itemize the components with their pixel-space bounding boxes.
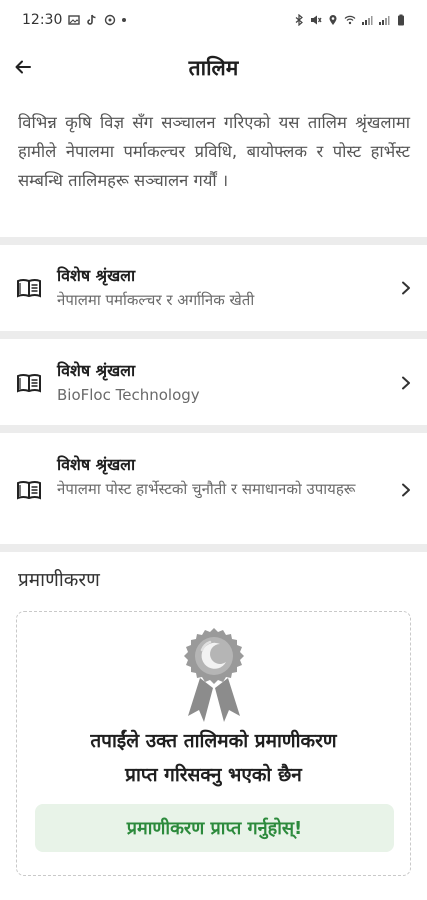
app-bar: तालिम (0, 48, 427, 90)
series-text: विशेष श्रृंखला BioFloc Technology (57, 359, 387, 407)
series-subtitle: नेपालमा पोस्ट हार्भेस्टको चुनौती र समाधा… (57, 480, 356, 498)
status-left: 12:30 (22, 12, 127, 28)
status-time: 12:30 (22, 12, 63, 28)
divider (0, 544, 427, 552)
battery-icon (398, 14, 404, 26)
bluetooth-icon (295, 14, 303, 26)
gallery-icon (68, 15, 81, 25)
sync-icon (105, 14, 116, 26)
notification-dot-icon (122, 18, 127, 22)
chevron-right-icon (402, 376, 410, 390)
status-bar: 12:30 (0, 0, 427, 40)
certification-card: तपाईंले उक्त तालिमको प्रमाणीकरण प्राप्त … (16, 611, 411, 876)
wifi-icon (344, 15, 356, 25)
chevron-right-icon (402, 281, 410, 295)
status-right (293, 14, 407, 26)
chevron-right-icon (402, 483, 410, 497)
award-medal-icon (184, 628, 244, 722)
get-certification-button[interactable]: प्रमाणीकरण प्राप्त गर्नुहोस्! (35, 804, 394, 852)
page-title: तालिम (188, 56, 239, 80)
series-text: विशेष श्रृंखला नेपालमा पोस्ट हार्भेस्टको… (57, 453, 387, 501)
series-title: विशेष श्रृंखला (57, 266, 136, 285)
series-subtitle: नेपालमा पर्माकल्चर र अर्गानिक खेती (57, 291, 255, 309)
open-book-icon (17, 374, 41, 393)
open-book-icon (17, 279, 41, 298)
series-title: विशेष श्रृंखला (57, 361, 136, 380)
series-item-post-harvest[interactable]: विशेष श्रृंखला नेपालमा पोस्ट हार्भेस्टको… (0, 433, 427, 544)
certification-heading: प्रमाणीकरण (18, 569, 100, 591)
certification-message: तपाईंले उक्त तालिमको प्रमाणीकरण प्राप्त … (27, 724, 400, 792)
intro-text: विभिन्न कृषि विज्ञ सँग सञ्चालन गरिएको यस… (18, 113, 410, 190)
series-title: विशेष श्रृंखला (57, 455, 136, 474)
series-text: विशेष श्रृंखला नेपालमा पर्माकल्चर र अर्ग… (57, 264, 387, 312)
signal-icon (362, 16, 373, 25)
location-icon (329, 15, 337, 25)
tiktok-icon (87, 14, 96, 25)
certification-message-line2: प्राप्त गरिसक्नु भएको छैन (125, 764, 302, 786)
divider (0, 237, 427, 245)
certification-message-line1: तपाईंले उक्त तालिमको प्रमाणीकरण (90, 730, 337, 752)
signal-2-icon (379, 16, 390, 25)
series-item-permaculture[interactable]: विशेष श्रृंखला नेपालमा पर्माकल्चर र अर्ग… (0, 245, 427, 331)
open-book-icon (17, 481, 41, 500)
series-item-biofloc[interactable]: विशेष श्रृंखला BioFloc Technology (0, 339, 427, 425)
divider (0, 331, 427, 339)
mute-icon (311, 15, 322, 25)
series-subtitle: BioFloc Technology (57, 386, 200, 404)
divider (0, 425, 427, 433)
